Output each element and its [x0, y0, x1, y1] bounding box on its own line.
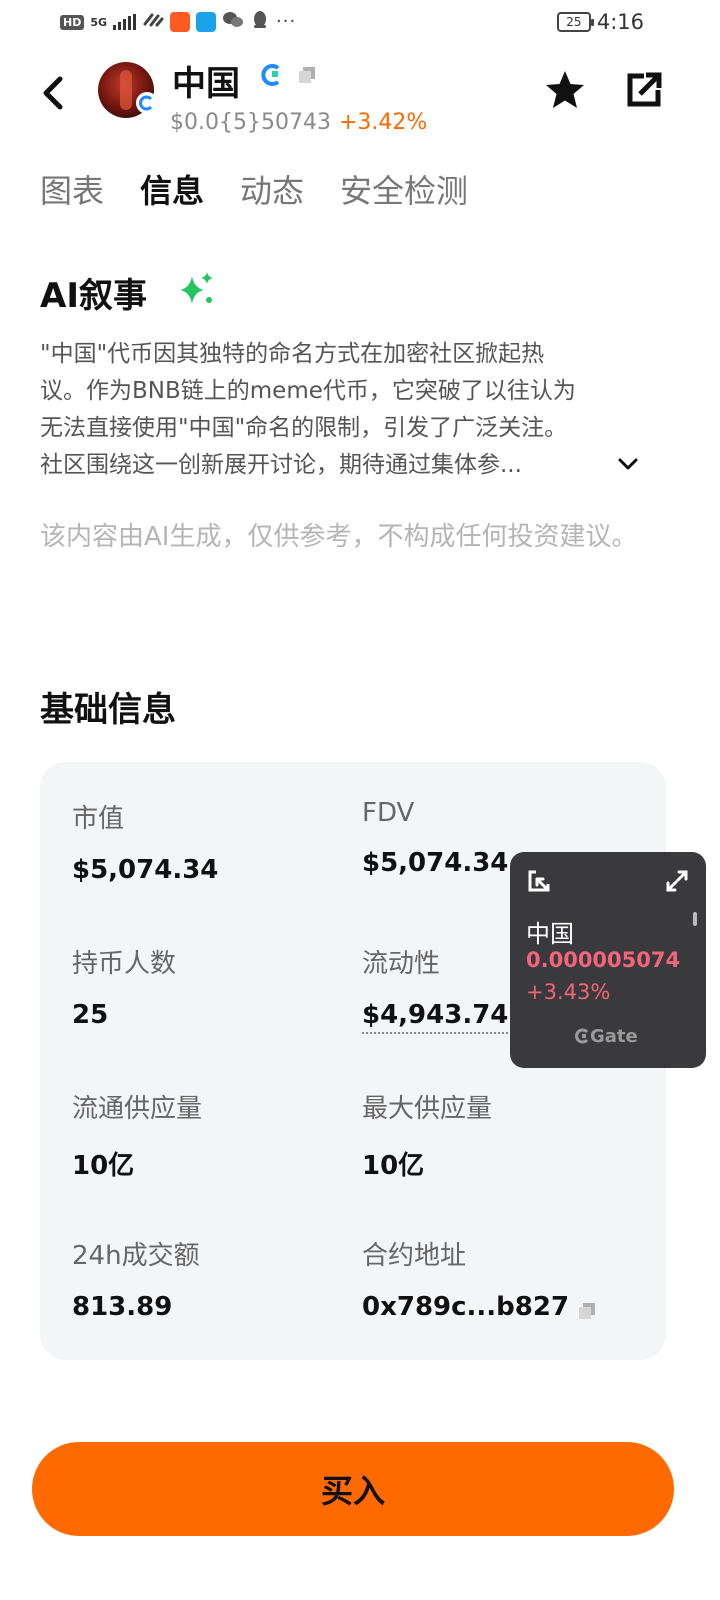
info-label: FDV — [362, 798, 415, 828]
wechat-icon — [222, 10, 244, 34]
hd-indicator: HD — [60, 14, 85, 30]
copy-address-icon[interactable] — [577, 1298, 597, 1319]
status-bar-right: 25 4:16 — [556, 10, 644, 34]
chevron-down-icon — [618, 458, 638, 470]
info-cell-holders: 持币人数 25 — [72, 943, 352, 1030]
info-cell-max-supply: 最大供应量 10亿 — [362, 1088, 642, 1182]
app-icon-orange — [170, 12, 191, 32]
tab-security-check[interactable]: 安全检测 — [340, 166, 468, 212]
info-value: 10亿 — [362, 1151, 425, 1181]
ai-narrative-text: "中国"代币因其独特的命名方式在加密社区掀起热 议。作为BNB链上的meme代币… — [40, 336, 680, 484]
tab-chart[interactable]: 图表 — [40, 166, 104, 212]
status-bar: HD 5G ··· 25 4:16 — [0, 0, 720, 48]
widget-token-name: 中国 — [526, 920, 574, 948]
app-icon-book — [196, 12, 217, 32]
info-value-wrapper: 0x789c...b827 — [362, 1292, 642, 1322]
share-button[interactable] — [624, 70, 664, 110]
basic-info-title: 基础信息 — [40, 690, 176, 730]
tab-bar: 图表 信息 动态 安全检测 — [40, 166, 468, 212]
price-change: +3.42% — [338, 110, 428, 135]
page-title: 中国 — [172, 64, 240, 104]
link-icon — [142, 10, 164, 34]
network-type: 5G — [90, 15, 108, 29]
ai-narrative-line: 社区围绕这一创新展开讨论，期待通过集体参... — [40, 452, 522, 478]
info-value: $5,074.34 — [72, 855, 219, 885]
info-label: 市值 — [72, 804, 125, 834]
clock: 4:16 — [596, 10, 644, 34]
qq-icon — [250, 10, 270, 34]
info-cell-market-cap: 市值 $5,074.34 — [72, 798, 352, 885]
ai-section-title: AI叙事 — [40, 276, 147, 316]
widget-price: 0.000005074 — [526, 948, 681, 972]
ai-narrative-line: 无法直接使用"中国"命名的限制，引发了广泛关注。 — [40, 415, 568, 441]
widget-change: +3.43% — [526, 980, 611, 1004]
favorite-button[interactable] — [543, 68, 587, 112]
info-value: 10亿 — [72, 1151, 135, 1181]
info-label: 24h成交额 — [72, 1241, 200, 1271]
contract-address: 0x789c...b827 — [362, 1292, 570, 1322]
info-value[interactable]: $4,943.74 — [362, 1000, 509, 1034]
expand-text-button[interactable] — [616, 452, 640, 476]
info-label: 持币人数 — [72, 949, 177, 979]
back-button[interactable] — [36, 70, 72, 116]
info-cell-circulating-supply: 流通供应量 10亿 — [72, 1088, 352, 1182]
share-icon — [627, 72, 662, 107]
price-line: $0.0{5}50743 +3.42% — [170, 110, 427, 135]
expand-icon[interactable] — [664, 868, 690, 894]
info-cell-24h-volume: 24h成交额 813.89 — [72, 1235, 352, 1322]
shrink-icon[interactable] — [526, 868, 552, 894]
info-value: 813.89 — [72, 1292, 173, 1322]
gate-logo-text: Gate — [590, 1026, 638, 1047]
info-label: 流通供应量 — [72, 1094, 203, 1124]
ai-narrative-line: 议。作为BNB链上的meme代币，它突破了以往认为 — [40, 378, 576, 404]
status-bar-left: HD 5G ··· — [60, 10, 296, 34]
info-label: 合约地址 — [362, 1241, 467, 1271]
gate-logo-icon — [260, 63, 284, 87]
floating-price-widget[interactable]: 中国 0.000005074 +3.43% Gate — [510, 852, 706, 1068]
info-value: 25 — [72, 1000, 109, 1030]
sparkle-icon — [178, 270, 216, 308]
tab-info[interactable]: 信息 — [140, 166, 204, 212]
signal-icon — [113, 14, 137, 30]
info-cell-contract-address: 合约地址 0x789c...b827 — [362, 1235, 642, 1322]
star-icon — [546, 71, 584, 108]
chain-badge-icon — [136, 92, 158, 114]
back-arrow-icon — [43, 76, 63, 110]
widget-scrollbar[interactable] — [693, 912, 697, 926]
copy-icon[interactable] — [296, 64, 318, 86]
token-price: $0.0{5}50743 — [170, 110, 331, 135]
battery-icon: 25 — [556, 12, 594, 32]
tab-activity[interactable]: 动态 — [240, 166, 304, 212]
buy-button-label: 买入 — [320, 1472, 385, 1510]
ai-narrative-line: "中国"代币因其独特的命名方式在加密社区掀起热 — [40, 341, 545, 367]
more-notifications-icon: ··· — [276, 11, 297, 32]
buy-button[interactable]: 买入 — [32, 1442, 674, 1536]
gate-watermark: Gate — [574, 1026, 638, 1047]
info-label: 最大供应量 — [362, 1094, 493, 1124]
ai-disclaimer: 该内容由AI生成，仅供参考，不构成任何投资建议。 — [40, 522, 638, 552]
